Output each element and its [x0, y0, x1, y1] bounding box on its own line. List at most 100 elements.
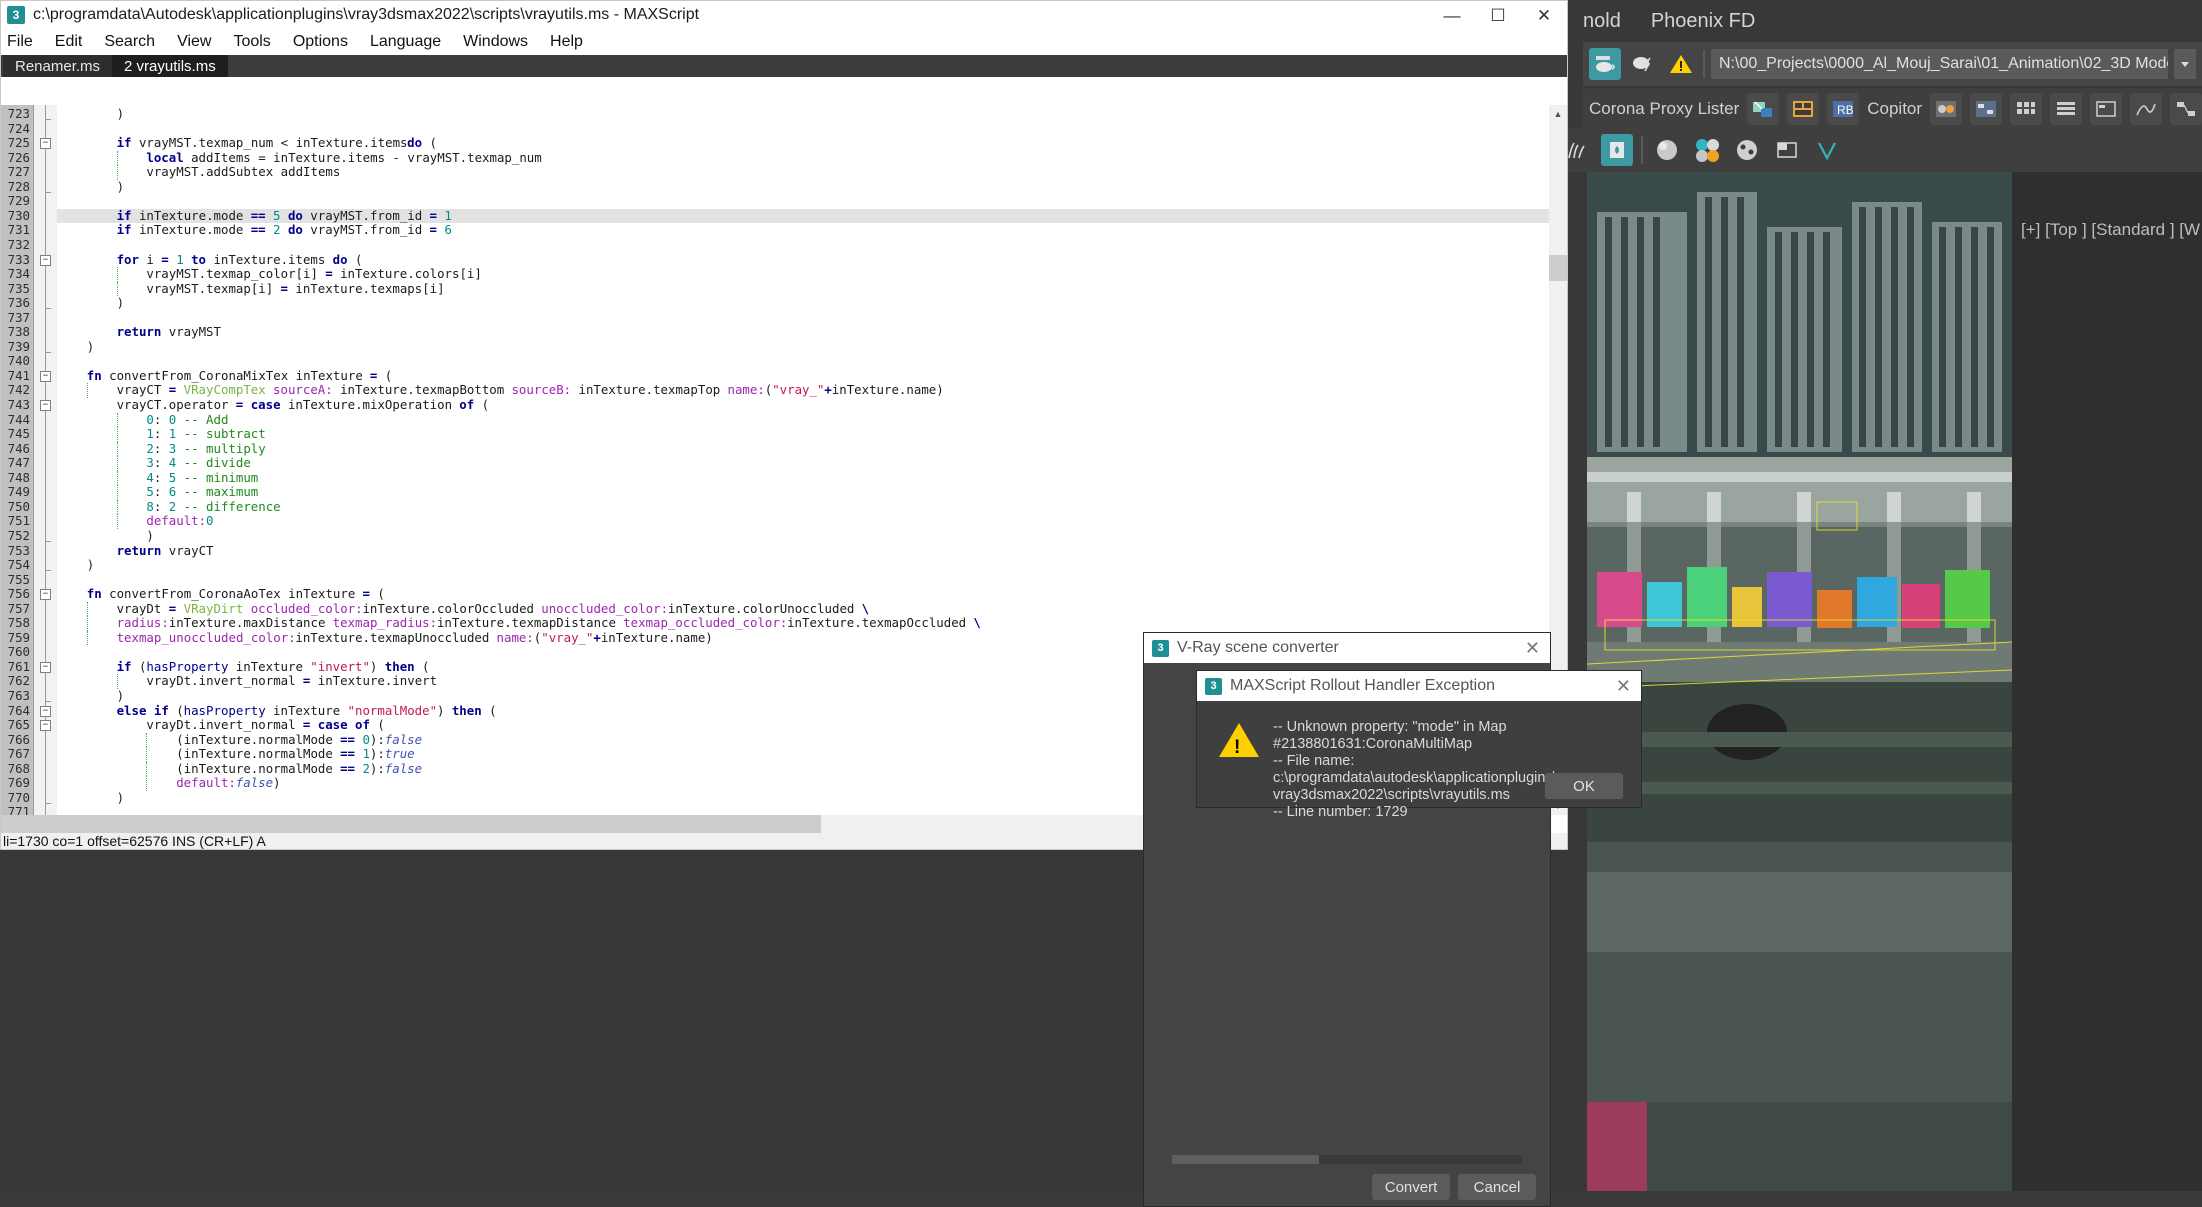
code-line[interactable]: ifinTexture.mode ==5dovrayMST.from_id =1	[57, 209, 1549, 224]
render-setup-icon[interactable]	[1747, 93, 1779, 125]
code-line[interactable]: vrayMST.addSubtex addItems	[57, 165, 1549, 180]
code-line[interactable]: 2: 3-- multiply	[57, 442, 1549, 457]
code-line[interactable]: vrayCT.operator =caseinTexture.mixOperat…	[57, 398, 1549, 413]
menu-item-file[interactable]: File	[7, 33, 33, 51]
fold-toggle-icon[interactable]: −	[40, 589, 51, 600]
code-line[interactable]	[57, 573, 1549, 588]
code-line[interactable]: )	[57, 558, 1549, 573]
material-editor-icon[interactable]	[1930, 93, 1962, 125]
menu-item-search[interactable]: Search	[104, 33, 155, 51]
code-line[interactable]: vrayMST.texmap[i] =inTexture.texmaps[i]	[57, 282, 1549, 297]
code-token: (	[176, 704, 183, 719]
code-line[interactable]: vrayMST.texmap_color[i] =inTexture.color…	[57, 267, 1549, 282]
curve-editor-icon[interactable]	[2130, 93, 2162, 125]
code-line[interactable]: 5: 6-- maximum	[57, 485, 1549, 500]
indent-guide	[117, 442, 118, 457]
grid-icon[interactable]	[2010, 93, 2042, 125]
code-token: inTexture.texmapTop	[579, 383, 728, 398]
code-line[interactable]: radius:inTexture.maxDistance texmap_radi…	[57, 616, 1549, 631]
code-line[interactable]	[57, 311, 1549, 326]
code-folding-column[interactable]: − − − − − − − −	[33, 105, 57, 815]
menu-item-help[interactable]: Help	[550, 33, 583, 51]
object-paint-icon[interactable]	[1731, 134, 1763, 166]
fold-toggle-icon[interactable]: −	[40, 400, 51, 411]
cancel-button[interactable]: Cancel	[1458, 1174, 1536, 1200]
code-line[interactable]: ifinTexture.mode ==2dovrayMST.from_id =6	[57, 223, 1549, 238]
code-line[interactable]	[57, 122, 1549, 137]
menu-item-view[interactable]: View	[177, 33, 211, 51]
code-line[interactable]: vrayDt =VRayDirtoccluded_color:inTexture…	[57, 602, 1549, 617]
chevron-down-icon[interactable]	[2174, 49, 2196, 79]
fold-toggle-icon[interactable]: −	[40, 138, 51, 149]
menu-item-language[interactable]: Language	[370, 33, 441, 51]
code-line[interactable]: default:0	[57, 514, 1549, 529]
render-frame-icon[interactable]	[1787, 93, 1819, 125]
copitor-label[interactable]: Copitor	[1867, 99, 1922, 119]
teapot-lightning-icon[interactable]	[1627, 48, 1659, 80]
close-button[interactable]: ✕	[1521, 1, 1567, 31]
viewport-label[interactable]: [+] [Top ] [Standard ] [W	[2021, 220, 2200, 240]
converter-button-row: Convert Cancel	[1372, 1174, 1536, 1200]
code-line[interactable]: ifvrayMST.texmap_num < inTexture.items d…	[57, 136, 1549, 151]
code-line[interactable]	[57, 194, 1549, 209]
project-path-field[interactable]: N:\00_Projects\0000_Al_Mouj_Sarai\01_Ani…	[1711, 49, 2168, 79]
sphere-icon[interactable]	[1651, 134, 1683, 166]
code-line[interactable]: localaddItems = inTexture.items - vrayMS…	[57, 151, 1549, 166]
fold-toggle-icon[interactable]: −	[40, 371, 51, 382]
teapot-icon[interactable]	[1589, 48, 1621, 80]
fold-toggle-icon[interactable]: −	[40, 706, 51, 717]
proxy-icon[interactable]	[1771, 134, 1803, 166]
layer-manager-icon[interactable]	[2050, 93, 2082, 125]
line-number: 726	[1, 151, 33, 166]
vray-icon[interactable]	[1811, 134, 1843, 166]
code-line[interactable]: returnvrayMST	[57, 325, 1549, 340]
code-line[interactable]: )	[57, 107, 1549, 122]
menu-item-tools[interactable]: Tools	[233, 33, 270, 51]
rendered-frame-window-icon[interactable]: RB	[1827, 93, 1859, 125]
slate-editor-icon[interactable]	[1970, 93, 2002, 125]
close-icon[interactable]: ✕	[1525, 638, 1540, 659]
line-number: 768	[1, 762, 33, 777]
menu-item-options[interactable]: Options	[293, 33, 348, 51]
code-line[interactable]: returnvrayCT	[57, 544, 1549, 559]
code-line[interactable]: )	[57, 340, 1549, 355]
code-line[interactable]: fori =1toinTexture.items do(	[57, 253, 1549, 268]
menu-item-edit[interactable]: Edit	[55, 33, 83, 51]
max-viewport[interactable]	[1587, 172, 2012, 1191]
minimize-button[interactable]: —	[1429, 1, 1475, 31]
code-line[interactable]: vrayCT =VRayCompTexsourceA:inTexture.tex…	[57, 383, 1549, 398]
code-line[interactable]	[57, 238, 1549, 253]
fold-toggle-icon[interactable]: −	[40, 255, 51, 266]
warning-icon[interactable]	[1665, 48, 1697, 80]
max-menu-item-arnold[interactable]: nold	[1583, 10, 1621, 33]
scroll-up-icon[interactable]: ▲	[1549, 105, 1567, 123]
maximize-button[interactable]: ☐	[1475, 1, 1521, 31]
code-line[interactable]: )	[57, 296, 1549, 311]
fold-toggle-icon[interactable]: −	[40, 720, 51, 731]
close-icon[interactable]: ✕	[1616, 676, 1631, 697]
vertical-scroll-thumb[interactable]	[1549, 255, 1567, 281]
code-line[interactable]: fnconvertFrom_CoronaMixTex inTexture =(	[57, 369, 1549, 384]
fold-toggle-icon[interactable]: −	[40, 662, 51, 673]
corona-proxy-lister-label[interactable]: Corona Proxy Lister	[1589, 99, 1739, 119]
code-line[interactable]: fnconvertFrom_CoronaAoTex inTexture =(	[57, 587, 1549, 602]
code-line[interactable]	[57, 354, 1549, 369]
code-line[interactable]: )	[57, 180, 1549, 195]
code-line[interactable]: 8: 2-- difference	[57, 500, 1549, 515]
convert-button[interactable]: Convert	[1372, 1174, 1450, 1200]
code-line[interactable]: )	[57, 529, 1549, 544]
fire-icon[interactable]	[1601, 134, 1633, 166]
max-menu-item-phoenixfd[interactable]: Phoenix FD	[1651, 10, 1756, 33]
menu-item-windows[interactable]: Windows	[463, 33, 528, 51]
tab-renamer-ms[interactable]: Renamer.ms	[3, 55, 112, 77]
schematic-view-icon[interactable]	[2170, 93, 2202, 125]
ok-button[interactable]: OK	[1545, 773, 1623, 799]
scene-explorer-icon[interactable]	[2090, 93, 2122, 125]
material-balls-icon[interactable]	[1691, 134, 1723, 166]
code-line[interactable]: 3: 4-- divide	[57, 456, 1549, 471]
code-line[interactable]: 1: 1-- subtract	[57, 427, 1549, 442]
code-line[interactable]: 4: 5-- minimum	[57, 471, 1549, 486]
code-line[interactable]: 0: 0-- Add	[57, 413, 1549, 428]
horizontal-scroll-thumb[interactable]	[1, 815, 821, 833]
tab-vrayutils-ms[interactable]: 2 vrayutils.ms	[112, 55, 228, 77]
